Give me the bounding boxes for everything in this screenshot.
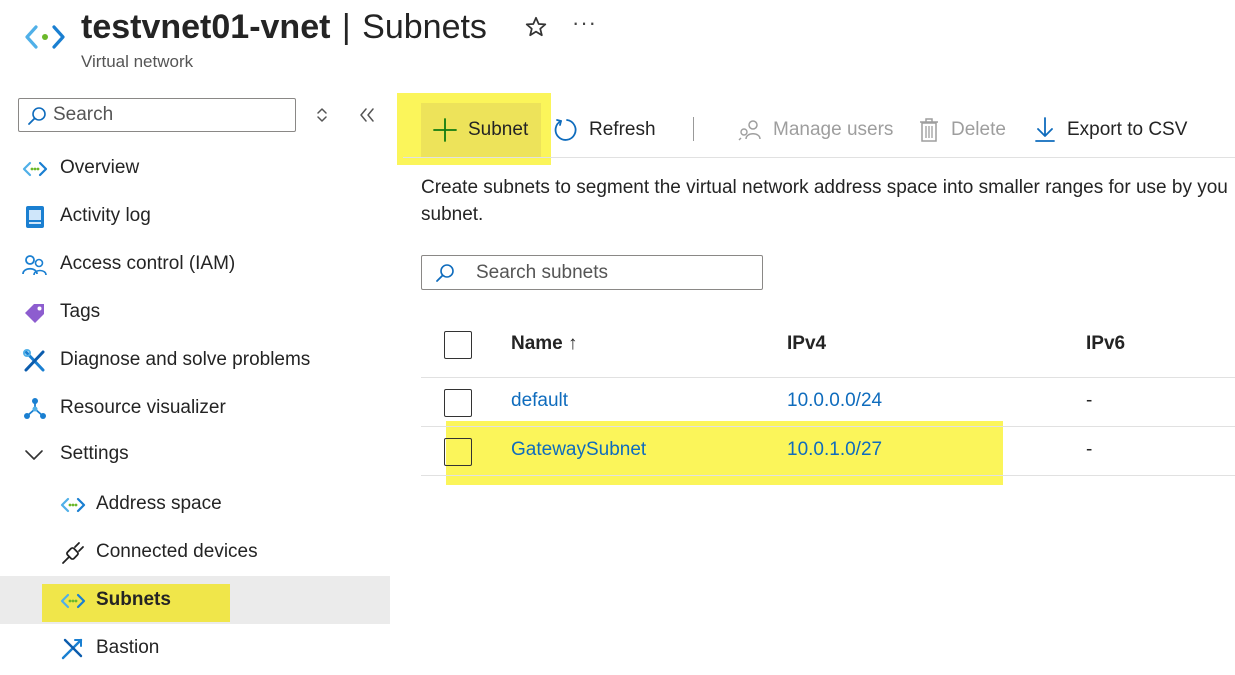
manage-users-icon xyxy=(737,117,763,143)
delete-label: Delete xyxy=(951,119,1006,140)
vnet-icon xyxy=(22,157,48,181)
resource-name: testvnet01-vnet xyxy=(81,8,331,46)
refresh-button[interactable]: Refresh xyxy=(553,113,656,147)
favorite-star-icon[interactable] xyxy=(523,14,549,40)
subnet-search-input[interactable] xyxy=(476,259,756,287)
sidebar-group-settings[interactable]: Settings xyxy=(0,431,390,479)
description-line-1: Create subnets to segment the virtual ne… xyxy=(421,177,1228,198)
more-options-icon[interactable]: ··· xyxy=(572,10,597,36)
subnet-ipv4-link[interactable]: 10.0.0.0/24 xyxy=(787,390,882,412)
column-header-name[interactable]: Name ↑ xyxy=(511,333,578,355)
sidebar-item-activity-log[interactable]: Activity log xyxy=(0,193,390,241)
subnet-name-link[interactable]: default xyxy=(511,390,568,412)
sidebar-item-diagnose[interactable]: Diagnose and solve problems xyxy=(0,337,390,385)
sidebar-item-label: Activity log xyxy=(60,205,151,226)
subnet-name-link[interactable]: GatewaySubnet xyxy=(511,439,646,461)
vnet-icon xyxy=(60,493,86,517)
collapse-sidebar-icon[interactable] xyxy=(358,105,376,125)
delete-button[interactable]: Delete xyxy=(917,113,1006,147)
sidebar-item-overview[interactable]: Overview xyxy=(0,145,390,193)
sidebar-search-box[interactable] xyxy=(18,98,296,132)
sidebar-item-label: Overview xyxy=(60,157,140,178)
trash-icon xyxy=(917,117,941,143)
description-line-2: subnet. xyxy=(421,204,484,225)
sidebar-item-resource-visualizer[interactable]: Resource visualizer xyxy=(0,385,390,433)
subnet-search-box[interactable] xyxy=(421,255,763,290)
page-section-name: Subnets xyxy=(362,8,487,46)
sidebar-item-tags[interactable]: Tags xyxy=(0,289,390,337)
plus-icon xyxy=(432,117,458,143)
sidebar-item-label: Bastion xyxy=(96,637,160,658)
subnet-ipv6-value: - xyxy=(1086,439,1093,460)
refresh-label: Refresh xyxy=(589,119,656,140)
sort-toggle-icon[interactable] xyxy=(314,106,330,124)
sidebar-item-label: Subnets xyxy=(96,589,171,610)
add-subnet-label: Subnet xyxy=(468,119,529,140)
row-divider xyxy=(421,426,1235,427)
sidebar-search-input[interactable] xyxy=(53,101,283,129)
header-divider xyxy=(421,377,1235,378)
toolbar-divider xyxy=(693,117,694,141)
plug-icon xyxy=(60,541,86,565)
page-title: testvnet01-vnet | Subnets xyxy=(81,6,487,48)
row-checkbox[interactable] xyxy=(444,438,472,466)
sidebar-item-label: Address space xyxy=(96,493,222,514)
wrench-icon xyxy=(22,349,48,373)
resource-type-subtitle: Virtual network xyxy=(81,52,194,71)
iam-icon xyxy=(22,253,48,277)
export-csv-button[interactable]: Export to CSV xyxy=(1033,113,1187,147)
row-divider xyxy=(421,475,1235,476)
sidebar-item-label: Diagnose and solve problems xyxy=(60,349,311,370)
search-icon xyxy=(434,263,456,283)
activity-log-icon xyxy=(22,205,48,229)
refresh-icon xyxy=(553,117,579,143)
sidebar-item-access-control[interactable]: Access control (IAM) xyxy=(0,241,390,289)
sidebar-item-connected-devices[interactable]: Connected devices xyxy=(0,529,390,577)
title-separator: | xyxy=(341,8,351,46)
add-subnet-button[interactable]: Subnet xyxy=(432,113,528,147)
column-header-ipv6[interactable]: IPv6 xyxy=(1086,333,1125,355)
visualizer-icon xyxy=(22,397,48,421)
sidebar-item-address-space[interactable]: Address space xyxy=(0,481,390,529)
download-icon xyxy=(1033,116,1057,144)
sidebar-item-label: Connected devices xyxy=(96,541,258,562)
sidebar-item-label: Resource visualizer xyxy=(60,397,226,418)
manage-users-button[interactable]: Manage users xyxy=(737,113,893,147)
export-csv-label: Export to CSV xyxy=(1067,119,1188,140)
search-icon xyxy=(27,106,47,126)
select-all-checkbox[interactable] xyxy=(444,331,472,359)
subnet-ipv4-link[interactable]: 10.0.1.0/27 xyxy=(787,439,882,461)
toolbar-bottom-border xyxy=(403,157,1235,158)
sidebar-item-label: Settings xyxy=(60,443,129,464)
column-header-ipv4[interactable]: IPv4 xyxy=(787,333,826,355)
tag-icon xyxy=(22,301,48,325)
vnet-icon xyxy=(60,589,86,613)
sidebar-item-label: Tags xyxy=(60,301,101,322)
subnet-ipv6-value: - xyxy=(1086,390,1093,411)
page-description: Create subnets to segment the virtual ne… xyxy=(421,174,1233,228)
sidebar-item-label: Access control (IAM) xyxy=(60,253,236,274)
vnet-resource-icon xyxy=(24,20,66,54)
row-checkbox[interactable] xyxy=(444,389,472,417)
bastion-icon xyxy=(60,637,86,661)
chevron-down-icon xyxy=(22,443,48,467)
sidebar-item-subnets-content[interactable]: Subnets xyxy=(0,577,390,625)
sidebar-item-bastion[interactable]: Bastion xyxy=(0,625,390,673)
manage-users-label: Manage users xyxy=(773,119,894,140)
